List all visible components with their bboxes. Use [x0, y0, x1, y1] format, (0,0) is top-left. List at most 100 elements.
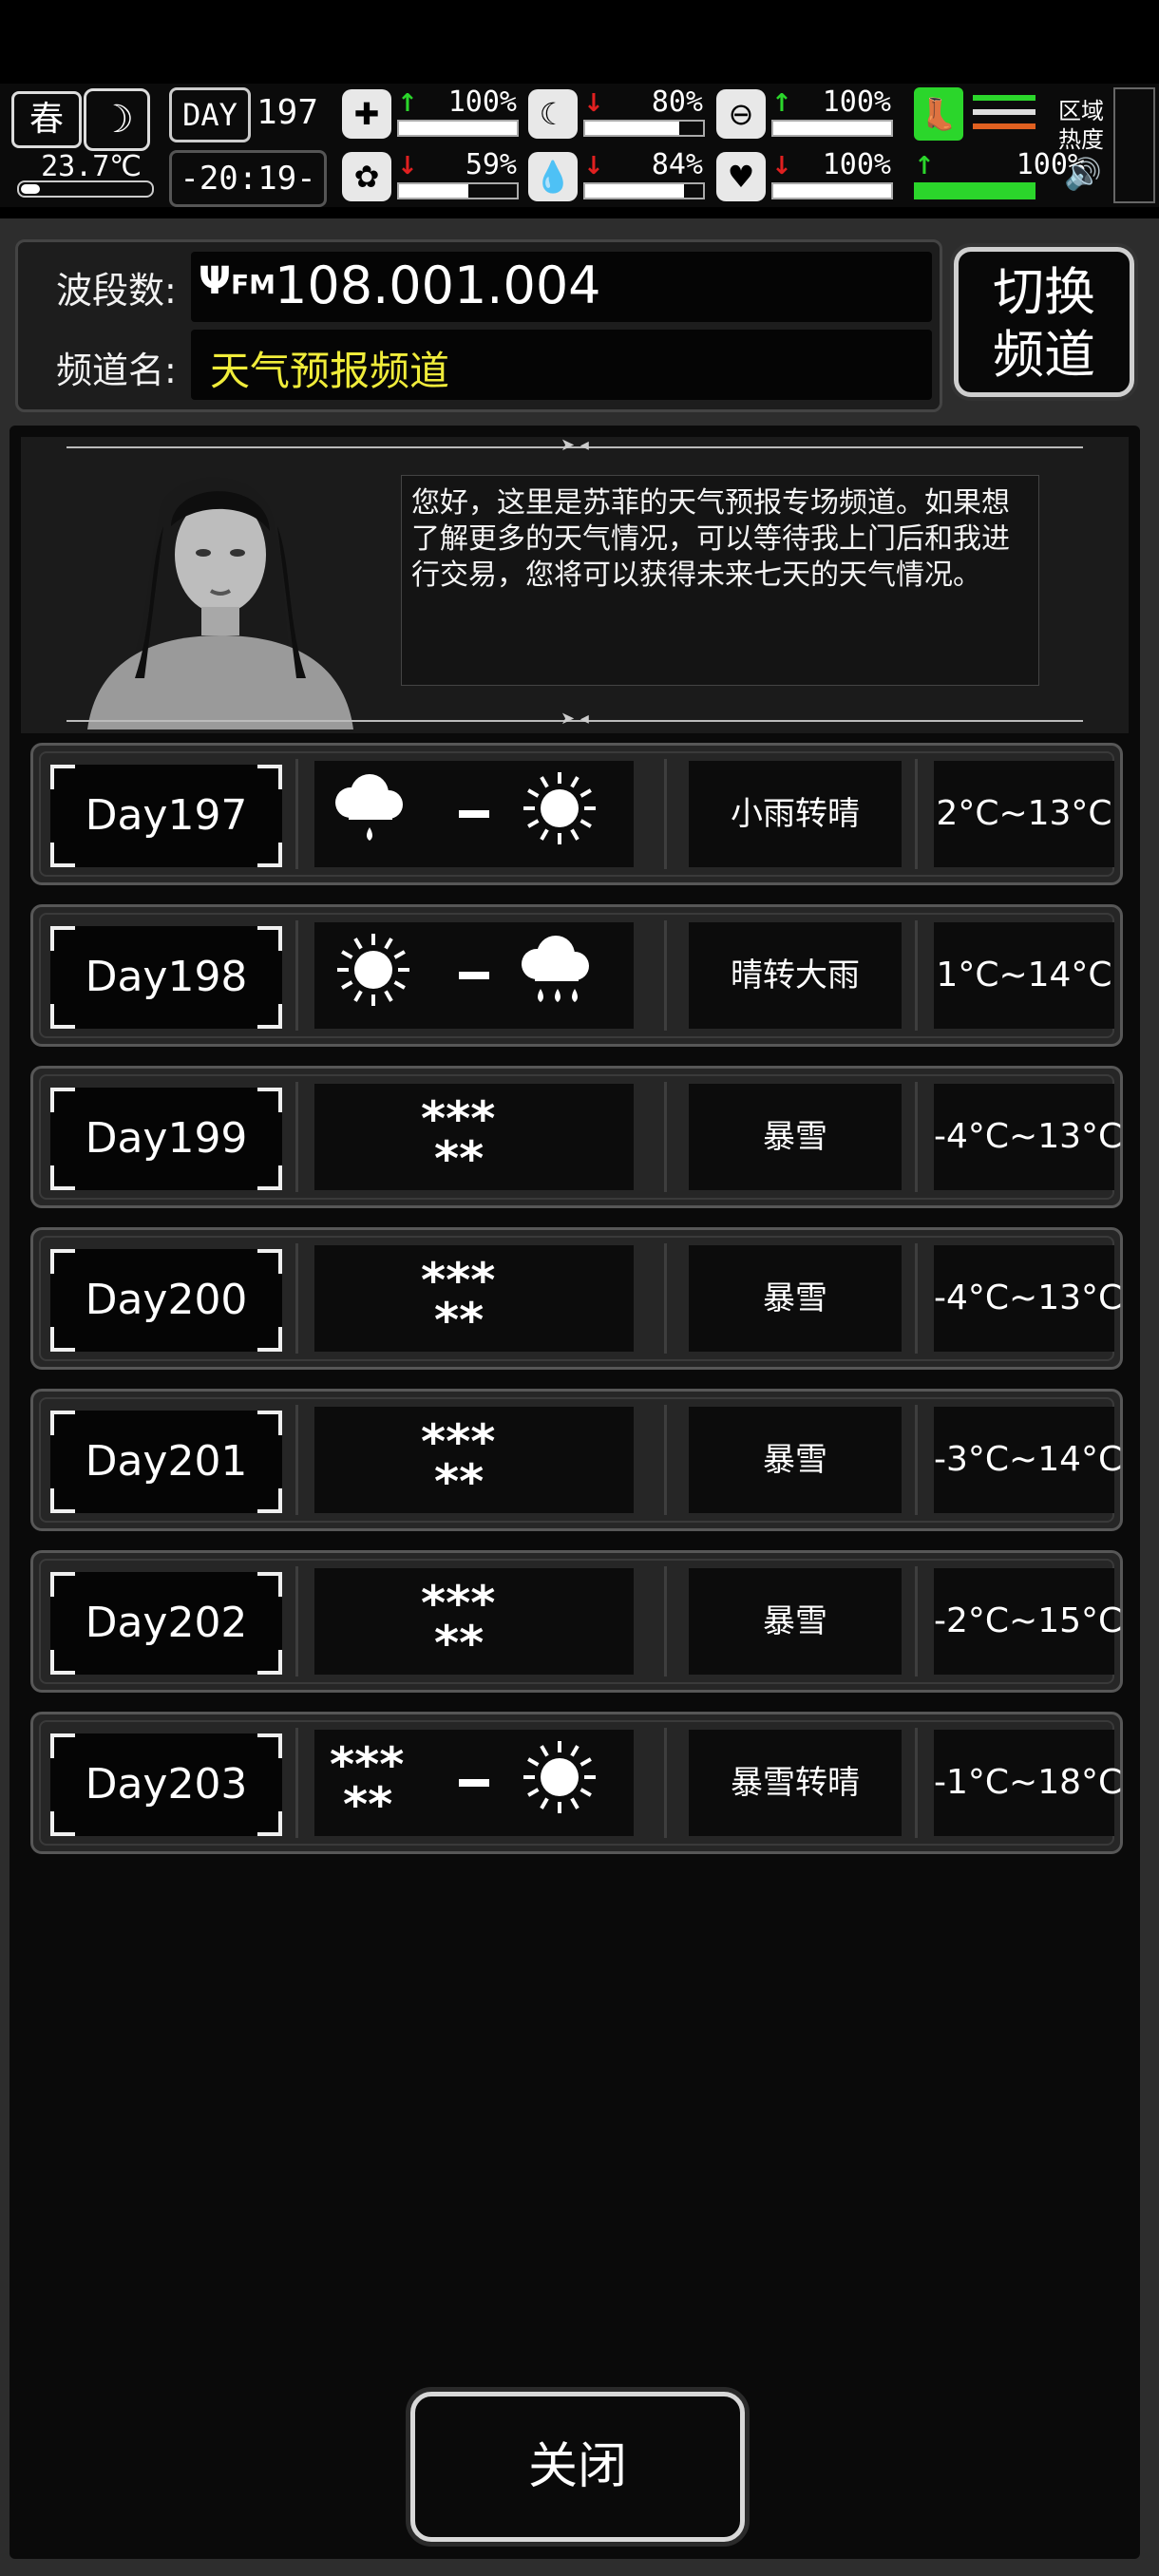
day-number: 197 [256, 93, 319, 132]
forecast-condition: 暴雪 [689, 1568, 902, 1675]
announcer-portrait [68, 450, 372, 729]
forecast-row: Day200 *** ** 暴雪 -4°C~13°C [30, 1227, 1123, 1370]
banner-divider: ➤ ◂ [66, 437, 1083, 455]
forecast-row: Day198 晴转大雨 1°C~14°C [30, 904, 1123, 1047]
forecast-row: Day199 *** ** 暴雪 -4°C~13°C [30, 1066, 1123, 1208]
down-arrow-icon: ↓ [583, 152, 604, 180]
svg-text:**: ** [434, 1293, 484, 1348]
svg-text:**: ** [434, 1131, 484, 1186]
forecast-row: Day197 小雨转晴 2°C~13°C [30, 743, 1123, 885]
forecast-day: Day202 [50, 1572, 282, 1675]
game-clock: -20:19- [169, 150, 327, 207]
forecast-list: Day197 小雨转晴 2°C~13°C Day198 晴转大雨 1°C~14°C Day1… [30, 743, 1127, 1873]
stat-energy-pill[interactable]: ⊖ ↑ 100% [716, 85, 895, 141]
forecast-temperature: 2°C~13°C [934, 761, 1114, 867]
forecast-temperature: -4°C~13°C [934, 1084, 1122, 1190]
up-arrow-icon: ↑ [914, 152, 935, 180]
forecast-day-label: Day199 [85, 1114, 248, 1163]
forecast-day-label: Day197 [85, 791, 248, 840]
radio-panel: 波段数: ΨFM 108.001.004 频道名: 天气预报频道 切换 频道 ➤ … [0, 218, 1159, 2576]
down-arrow-icon: ↓ [771, 152, 792, 180]
heart-icon: ♥ [716, 152, 766, 201]
forecast-condition: 暴雪 [689, 1245, 902, 1352]
status-bar: 春 ☽ 23.7℃ DAY 197 -20:19- ✚ ↑ 100% ☾ ↓ 80% ⊖ ↑ 1… [0, 84, 1159, 207]
forecast-day: Day198 [50, 926, 282, 1029]
forecast-condition: 小雨转晴 [689, 761, 902, 867]
frequency-field: ΨFM 108.001.004 [191, 252, 932, 322]
medkit-icon: ✚ [342, 89, 391, 139]
speed-stat[interactable]: 👢 [914, 87, 1039, 141]
energy-pill-icon: ⊖ [716, 89, 766, 139]
forecast-temperature: -3°C~14°C [934, 1407, 1122, 1513]
forecast-day-label: Day200 [85, 1276, 248, 1324]
day-label: DAY [169, 87, 251, 142]
season-badge: 春 [11, 91, 82, 148]
fm-label: FM [230, 269, 276, 300]
forecast-temperature: -2°C~15°C [934, 1568, 1122, 1675]
stat-bar [397, 182, 519, 199]
stat-brain[interactable]: ✿ ↓ 59% [342, 148, 521, 203]
forecast-temperature: -4°C~13°C [934, 1245, 1122, 1352]
weather-icon-snow: *** ** [314, 1084, 634, 1190]
forecast-row: Day202 *** ** 暴雪 -2°C~15°C [30, 1550, 1123, 1693]
forecast-temperature: -1°C~18°C [934, 1730, 1122, 1836]
speaker-icon[interactable]: 🔊 [1064, 156, 1102, 192]
stat-bar [771, 120, 893, 137]
stat-value: 100% [447, 85, 517, 119]
frequency-box: 波段数: ΨFM 108.001.004 频道名: 天气预报频道 [15, 239, 942, 412]
channel-label: 频道名: [56, 350, 177, 391]
stat-value: 84% [651, 148, 703, 181]
stat-bar [583, 120, 705, 137]
stat-water-drop[interactable]: 💧 ↓ 84% [528, 148, 707, 203]
svg-text:**: ** [434, 1616, 484, 1671]
stomach-icon: ☾ [528, 89, 578, 139]
stat-bar [583, 182, 705, 199]
up-arrow-icon: ↑ [771, 89, 792, 118]
weather-icon-snow: *** ** [314, 1245, 634, 1352]
stat-value: 100% [822, 85, 891, 119]
thermometer-icon [17, 180, 154, 198]
svg-text:**: ** [343, 1777, 392, 1832]
forecast-day-label: Day203 [85, 1760, 248, 1809]
banner-divider: ➤ ◂ [66, 709, 1083, 729]
zone-heat-label: 区域 热度 [1058, 98, 1104, 153]
stat-value: 100% [822, 148, 891, 181]
weather-icon-snow-to-sun: *** ** [314, 1730, 634, 1836]
stat-medkit[interactable]: ✚ ↑ 100% [342, 85, 521, 141]
announcer-banner: ➤ ◂ 您好，这里是苏菲的天气预报专场频道。如果想了解更多的天气情况，可以等待我… [21, 437, 1129, 733]
moon-icon: ☽ [84, 88, 150, 151]
weather-icon-rain-to-sun [314, 761, 634, 867]
thermometer: 23.7℃ [11, 150, 154, 203]
water-drop-icon: 💧 [528, 152, 578, 201]
frequency-value: 108.001.004 [275, 256, 601, 315]
temperature-value: 23.7℃ [41, 150, 142, 183]
stat-bar [397, 120, 519, 137]
stat-value: 80% [651, 85, 703, 119]
switch-channel-button[interactable]: 切换 频道 [954, 247, 1134, 397]
forecast-day: Day200 [50, 1249, 282, 1352]
zone-heat-meter [1113, 87, 1155, 203]
close-button[interactable]: 关闭 [410, 2392, 745, 2542]
forecast-day-label: Day202 [85, 1599, 248, 1647]
stat-stomach[interactable]: ☾ ↓ 80% [528, 85, 707, 141]
svg-text:**: ** [434, 1454, 484, 1509]
weather-icon-snow: *** ** [314, 1407, 634, 1513]
day-counter: DAY 197 [169, 87, 321, 142]
forecast-day: Day199 [50, 1088, 282, 1190]
stat-bar [771, 182, 893, 199]
speed-lines-icon [973, 95, 1036, 137]
forecast-row: Day201 *** ** 暴雪 -3°C~14°C [30, 1389, 1123, 1531]
forecast-day: Day203 [50, 1733, 282, 1836]
forecast-day-label: Day201 [85, 1437, 248, 1486]
stat-heart[interactable]: ♥ ↓ 100% [716, 148, 895, 203]
forecast-day: Day201 [50, 1411, 282, 1513]
weather-icon-sun-to-heavy-rain [314, 922, 634, 1029]
channel-name: 天气预报频道 [210, 348, 450, 394]
weather-icon-snow: *** ** [314, 1568, 634, 1675]
channel-field: 天气预报频道 [191, 330, 932, 400]
forecast-temperature: 1°C~14°C [934, 922, 1114, 1029]
announcer-message-box: 您好，这里是苏菲的天气预报专场频道。如果想了解更多的天气情况，可以等待我上门后和… [401, 475, 1039, 686]
antenna-fm-icon: ΨFM [199, 259, 276, 303]
down-arrow-icon: ↓ [583, 89, 604, 118]
boot-icon: 👢 [914, 87, 963, 141]
